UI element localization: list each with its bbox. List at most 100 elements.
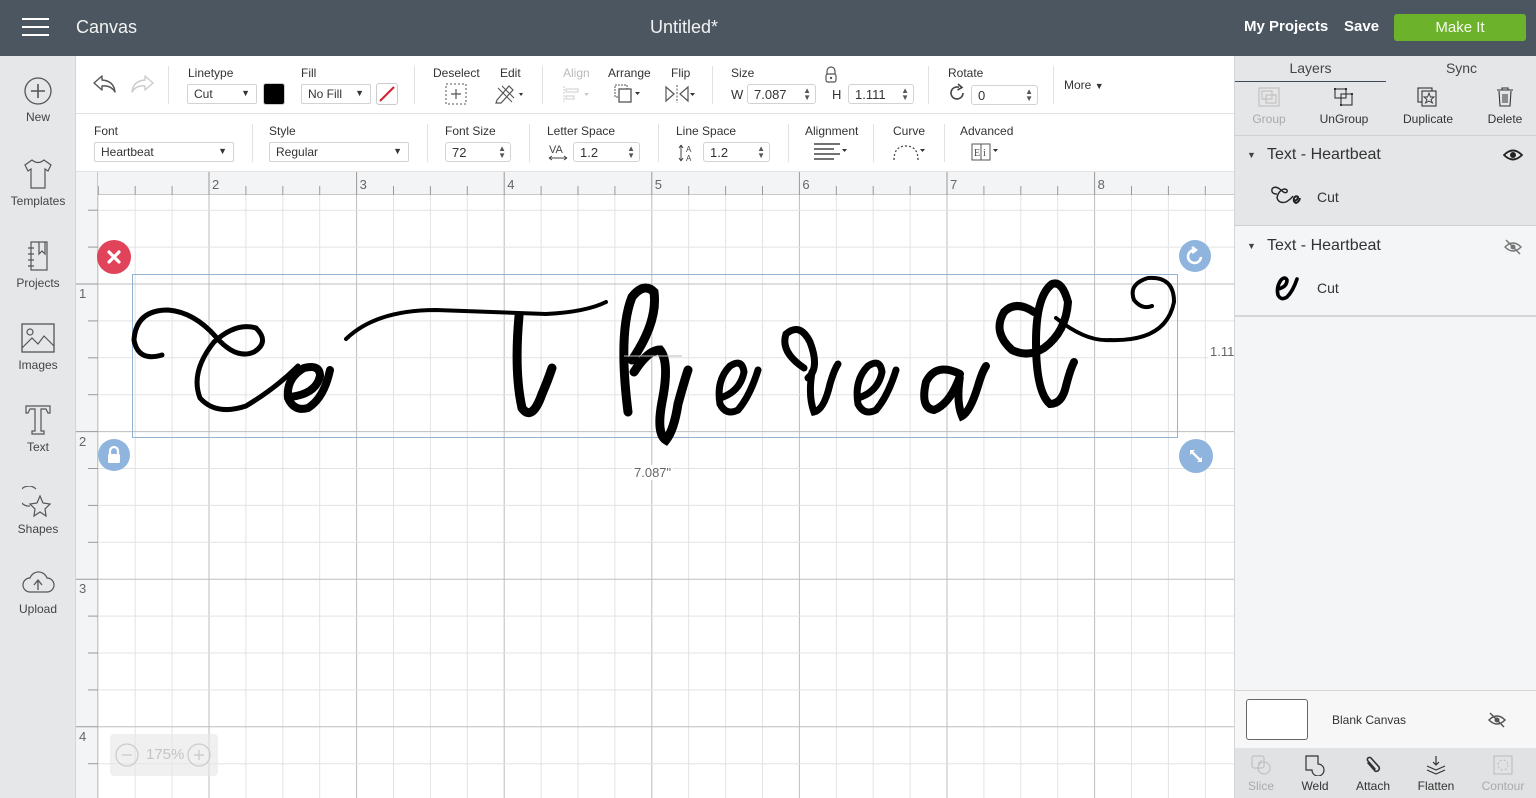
width-input[interactable]: 7.087 ▲ ▼ bbox=[747, 84, 816, 104]
height-value: 1.111 bbox=[855, 87, 886, 102]
align-icon[interactable] bbox=[562, 85, 594, 103]
fill-color-swatch[interactable] bbox=[376, 83, 398, 105]
font-select[interactable]: Heartbeat ▼ bbox=[94, 142, 234, 162]
stepper-icon[interactable]: ▲ ▼ bbox=[757, 145, 765, 160]
arrange-icon[interactable] bbox=[613, 83, 645, 105]
group-button[interactable]: Group bbox=[1231, 86, 1307, 126]
rotate-input[interactable]: 0 ▲ ▼ bbox=[971, 85, 1038, 105]
resize-handle[interactable] bbox=[1179, 439, 1213, 473]
height-prefix: H bbox=[832, 87, 842, 102]
height-input[interactable]: 1.111 ▲ ▼ bbox=[848, 84, 914, 104]
cloud-upload-icon bbox=[22, 571, 55, 593]
top-bar: Canvas Untitled* My Projects Save Make I… bbox=[0, 0, 1536, 56]
layer-linetype: Cut bbox=[1317, 280, 1339, 296]
duplicate-button[interactable]: Duplicate bbox=[1390, 86, 1466, 126]
tab-layers[interactable]: Layers bbox=[1235, 60, 1386, 82]
sidebar-item-templates[interactable]: Templates bbox=[0, 158, 76, 208]
sidebar-item-projects[interactable]: Projects bbox=[0, 240, 76, 290]
flip-label: Flip bbox=[671, 66, 691, 80]
panel-tabs: Layers Sync bbox=[1235, 56, 1536, 82]
save-button[interactable]: Save bbox=[1344, 18, 1379, 35]
stepper-icon[interactable]: ▲ ▼ bbox=[627, 145, 635, 160]
sidebar-item-label: Images bbox=[18, 358, 58, 372]
zoom-out-icon[interactable] bbox=[114, 742, 140, 768]
font-label: Font bbox=[94, 124, 119, 138]
layer-group[interactable]: ▼ Text - Heartbeat Cut bbox=[1235, 136, 1536, 226]
canvas-color-swatch[interactable] bbox=[1246, 699, 1308, 740]
contour-button[interactable]: Contour bbox=[1473, 754, 1533, 793]
flatten-button[interactable]: Flatten bbox=[1406, 754, 1466, 793]
style-select[interactable]: Regular ▼ bbox=[269, 142, 409, 162]
svg-text:VA: VA bbox=[549, 144, 564, 156]
make-it-button[interactable]: Make It bbox=[1394, 14, 1526, 41]
sidebar-item-shapes[interactable]: Shapes bbox=[0, 486, 76, 536]
zoom-control: 175% bbox=[110, 734, 218, 776]
fill-select[interactable]: No Fill ▼ bbox=[301, 84, 371, 104]
sidebar-item-upload[interactable]: Upload bbox=[0, 568, 76, 616]
collapse-triangle-icon[interactable]: ▼ bbox=[1247, 241, 1256, 251]
stepper-icon[interactable]: ▲ ▼ bbox=[901, 87, 909, 102]
blank-canvas-layer[interactable]: Blank Canvas bbox=[1235, 690, 1536, 748]
text-align-left-icon[interactable] bbox=[813, 142, 851, 162]
chevron-down-icon: ▼ bbox=[1094, 81, 1104, 91]
design-canvas[interactable]: 23456781234 7.087" 1.11 175% bbox=[76, 172, 1234, 798]
letter-space-input[interactable]: 1.2 ▲ ▼ bbox=[573, 142, 640, 162]
delete-handle[interactable] bbox=[97, 240, 131, 274]
stepper-icon[interactable]: ▲ ▼ bbox=[1025, 88, 1033, 103]
rotate-icon bbox=[1186, 246, 1203, 265]
chevron-down-icon: ▼ bbox=[393, 146, 402, 156]
undo-icon[interactable] bbox=[92, 74, 118, 94]
eye-hidden-icon[interactable] bbox=[1487, 712, 1507, 728]
lock-handle[interactable] bbox=[98, 439, 130, 471]
advanced-text-icon[interactable]: Ei bbox=[971, 142, 1005, 162]
layer-group-name: Text - Heartbeat bbox=[1267, 146, 1381, 163]
slice-label: Slice bbox=[1247, 779, 1274, 793]
paperclip-icon bbox=[1366, 756, 1381, 773]
alignment-label: Alignment bbox=[805, 124, 859, 138]
edit-tools-icon[interactable] bbox=[494, 82, 528, 104]
my-projects-link[interactable]: My Projects bbox=[1244, 18, 1328, 35]
linetype-select[interactable]: Cut ▼ bbox=[187, 84, 257, 104]
layer-thumbnail bbox=[1275, 276, 1299, 301]
layer-item[interactable]: Cut bbox=[1235, 174, 1536, 220]
rotate-handle[interactable] bbox=[1179, 240, 1211, 272]
ungroup-button[interactable]: UnGroup bbox=[1306, 86, 1382, 126]
rotate-icon[interactable] bbox=[947, 83, 967, 103]
eye-visible-icon[interactable] bbox=[1503, 148, 1523, 162]
linetype-color-swatch[interactable] bbox=[263, 83, 285, 105]
layer-item[interactable]: Cut bbox=[1235, 265, 1536, 311]
more-menu[interactable]: More ▼ bbox=[1064, 78, 1104, 92]
slice-button[interactable]: Slice bbox=[1231, 754, 1291, 793]
tab-sync[interactable]: Sync bbox=[1386, 60, 1536, 76]
fill-value: No Fill bbox=[308, 87, 343, 101]
attach-button[interactable]: Attach bbox=[1343, 754, 1403, 793]
zoom-in-icon[interactable] bbox=[186, 742, 212, 768]
sidebar-item-images[interactable]: Images bbox=[0, 322, 76, 372]
divider bbox=[873, 124, 874, 162]
plus-circle-icon bbox=[24, 77, 52, 105]
eye-hidden-icon[interactable] bbox=[1503, 239, 1523, 255]
sidebar-item-new[interactable]: New bbox=[0, 76, 76, 124]
collapse-triangle-icon[interactable]: ▼ bbox=[1247, 150, 1256, 160]
notebook-icon bbox=[28, 241, 48, 271]
flip-icon[interactable] bbox=[664, 84, 698, 104]
stepper-icon[interactable]: ▲ ▼ bbox=[803, 87, 811, 102]
line-space-input[interactable]: 1.2 ▲ ▼ bbox=[703, 142, 770, 162]
delete-button[interactable]: Delete bbox=[1467, 86, 1536, 126]
delete-label: Delete bbox=[1487, 112, 1523, 126]
weld-button[interactable]: Weld bbox=[1285, 754, 1345, 793]
curve-text-icon[interactable] bbox=[892, 142, 928, 162]
font-size-label: Font Size bbox=[445, 124, 496, 138]
duplicate-icon bbox=[1417, 87, 1437, 107]
layer-group[interactable]: ▼ Text - Heartbeat Cut bbox=[1235, 227, 1536, 317]
sidebar-item-text[interactable]: Text bbox=[0, 404, 76, 454]
font-size-input[interactable]: 72 ▲ ▼ bbox=[445, 142, 511, 162]
deselect-icon[interactable] bbox=[445, 83, 467, 105]
font-value: Heartbeat bbox=[101, 145, 154, 159]
redo-icon[interactable] bbox=[129, 74, 155, 94]
chevron-down-icon: ▼ bbox=[355, 88, 364, 98]
script-text-artwork[interactable] bbox=[76, 172, 1234, 798]
curve-label: Curve bbox=[893, 124, 926, 138]
stepper-icon[interactable]: ▲ ▼ bbox=[498, 145, 506, 160]
lock-aspect-icon[interactable] bbox=[822, 66, 840, 84]
